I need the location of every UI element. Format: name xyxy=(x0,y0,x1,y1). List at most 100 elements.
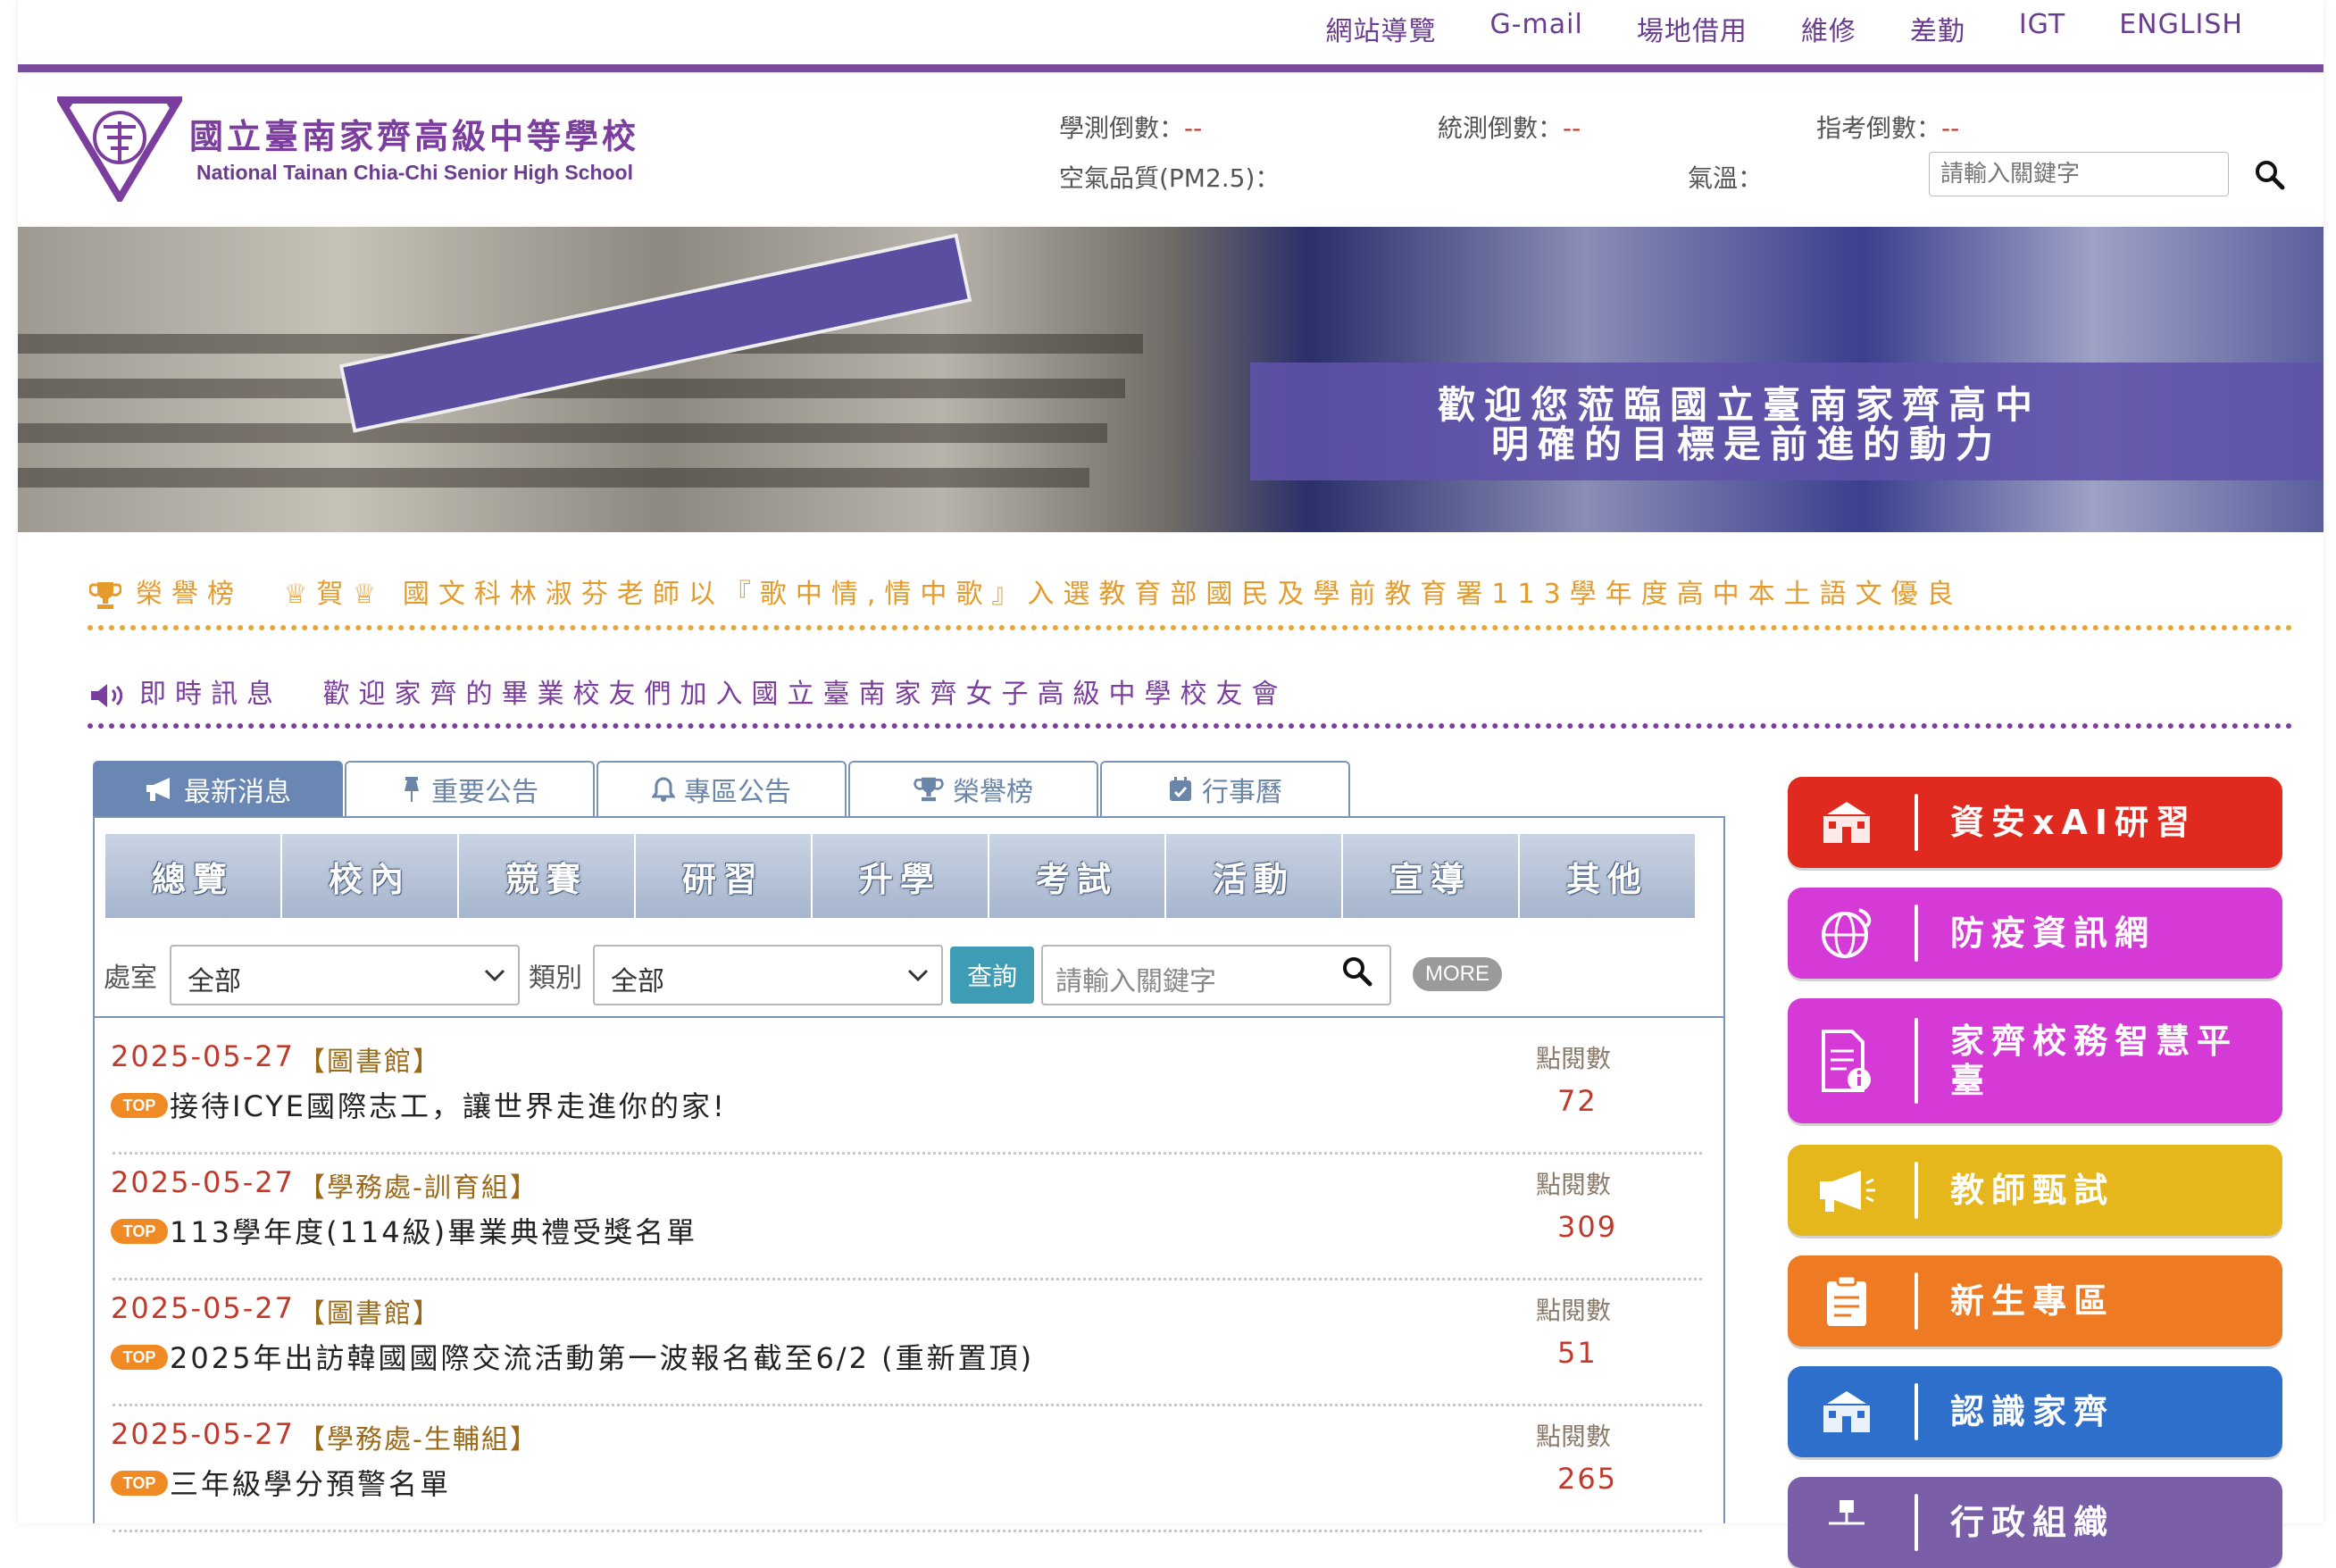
banner-caption-line2: 明確的目標是前進的動力 xyxy=(1491,422,2003,466)
office-filter-label: 處室 xyxy=(104,963,157,994)
tab-label: 最新消息 xyxy=(184,777,291,808)
honor-marquee-label: 榮譽榜 xyxy=(136,579,243,610)
chevron-down-icon xyxy=(484,969,505,982)
news-date: 2025-05-27 xyxy=(111,1039,295,1073)
top-badge: TOP xyxy=(111,1093,168,1118)
quicklink-label: 行政組織 xyxy=(1950,1503,2115,1542)
top-divider xyxy=(18,64,2323,72)
gsat-countdown-value: -- xyxy=(1184,113,1203,143)
list-item[interactable]: 2025-05-27 【圖書館】 點閱數 TOP 接待ICYE國際志工，讓世界走… xyxy=(111,1039,1709,1164)
category-activity[interactable]: 活動 xyxy=(1166,834,1341,918)
quicklink-freshmen[interactable]: 新生專區 xyxy=(1788,1255,2282,1347)
news-title-link[interactable]: 113學年度(114級)畢業典禮受獎名單 xyxy=(170,1210,697,1251)
news-marquee[interactable]: 即時訊息 歡迎家齊的畢業校友們加入國立臺南家齊女子高級中學校友會 xyxy=(89,671,2295,711)
purple-dotted-divider xyxy=(88,723,2293,729)
query-button[interactable]: 查詢 xyxy=(950,947,1034,1004)
news-dept: 【圖書館】 xyxy=(298,1047,441,1078)
nav-igt-link[interactable]: IGT xyxy=(1992,9,2092,48)
list-item[interactable]: 2025-05-27 【圖書館】 點閱數 TOP 2025年出訪韓國國際交流活動… xyxy=(111,1291,1709,1416)
category-promotion[interactable]: 宣導 xyxy=(1343,834,1518,918)
list-item[interactable]: 2025-05-27 【學務處-生輔組】 點閱數 TOP 三年級學分預警名單 2… xyxy=(111,1417,1709,1542)
news-title-link[interactable]: 接待ICYE國際志工，讓世界走進你的家! xyxy=(170,1084,727,1125)
org-chart-icon xyxy=(1829,1500,1865,1525)
category-workshop[interactable]: 研習 xyxy=(636,834,811,918)
type-select[interactable]: 全部 xyxy=(593,945,943,1005)
category-all[interactable]: 總覽 xyxy=(105,834,280,918)
tab-honor[interactable]: 榮譽榜 xyxy=(848,761,1098,816)
tab-label: 榮譽榜 xyxy=(953,777,1033,808)
megaphone-icon xyxy=(1820,1171,1875,1212)
speaker-icon xyxy=(91,683,123,707)
category-other[interactable]: 其他 xyxy=(1520,834,1695,918)
calendar-icon xyxy=(1170,777,1191,801)
search-icon[interactable] xyxy=(1341,955,1373,988)
pin-icon xyxy=(405,777,419,802)
tab-zone[interactable]: 專區公告 xyxy=(597,761,847,816)
ast-countdown-value: -- xyxy=(1941,113,1960,143)
site-search-input[interactable] xyxy=(1929,152,2229,196)
chevron-down-icon xyxy=(907,969,929,982)
ast-countdown-label: 指考倒數： xyxy=(1816,113,1942,143)
news-marquee-text: 歡迎家齊的畢業校友們加入國立臺南家齊女子高級中學校友會 xyxy=(322,679,1288,710)
office-select[interactable]: 全部 xyxy=(170,945,520,1005)
trophy-icon xyxy=(89,581,121,609)
news-clicks-label: 點閱數 xyxy=(1536,1044,1612,1073)
quicklink-teacher-recruit[interactable]: 教師甄試 xyxy=(1788,1145,2282,1236)
quicklink-admin-org[interactable]: 行政組織 xyxy=(1788,1477,2282,1568)
type-select-value: 全部 xyxy=(611,966,664,997)
document-info-icon xyxy=(1822,1030,1871,1092)
more-button[interactable]: MORE xyxy=(1413,957,1502,991)
list-item[interactable]: 2025-05-27 【學務處-訓育組】 點閱數 TOP 113學年度(114級… xyxy=(111,1165,1709,1290)
nav-repair-link[interactable]: 維修 xyxy=(1774,9,1883,48)
hero-banner: 歡迎您蒞臨國立臺南家齊高中 明確的目標是前進的動力 xyxy=(18,227,2323,532)
quicklink-label: 資安xAI研習 xyxy=(1950,803,2198,842)
news-clicks-count: 265 xyxy=(1557,1462,1618,1496)
tab-important[interactable]: 重要公告 xyxy=(345,761,595,816)
school-name-en: National Tainan Chia-Chi Senior High Sch… xyxy=(196,161,633,184)
quicklink-epidemic[interactable]: 防疫資訊網 xyxy=(1788,888,2282,979)
news-clicks-label: 點閱數 xyxy=(1536,1296,1612,1325)
tab-latest-news[interactable]: 最新消息 xyxy=(93,761,343,816)
gsat-countdown: 學測倒數：-- xyxy=(1059,109,1202,145)
news-separator xyxy=(113,1404,1702,1406)
school-logo[interactable] xyxy=(57,96,182,202)
honor-marquee[interactable]: 榮譽榜 ♕賀♕ 國文科林淑芬老師以『歌中情,情中歌』入選教育部國民及學前教育署1… xyxy=(89,571,2295,611)
tab-calendar[interactable]: 行事曆 xyxy=(1100,761,1350,816)
tvee-countdown-label: 統測倒數： xyxy=(1438,113,1564,143)
tab-label: 專區公告 xyxy=(684,777,791,808)
keyword-search-input[interactable]: 請輸入關鍵字 xyxy=(1041,945,1391,1005)
nav-english-link[interactable]: ENGLISH xyxy=(2092,9,2270,48)
news-clicks-count: 51 xyxy=(1557,1336,1598,1370)
news-date: 2025-05-27 xyxy=(111,1291,295,1325)
office-select-value: 全部 xyxy=(188,966,241,997)
news-dept: 【學務處-生輔組】 xyxy=(298,1424,538,1455)
gsat-countdown-label: 學測倒數： xyxy=(1059,113,1185,143)
category-campus[interactable]: 校內 xyxy=(282,834,457,918)
news-date: 2025-05-27 xyxy=(111,1417,295,1451)
quicklink-label: 新生專區 xyxy=(1950,1281,2115,1321)
search-icon[interactable] xyxy=(2254,159,2286,191)
category-exam[interactable]: 考試 xyxy=(989,834,1164,918)
quicklink-infosec-ai[interactable]: 資安xAI研習 xyxy=(1788,777,2282,868)
news-clicks-count: 72 xyxy=(1557,1084,1598,1118)
nav-sitemap-link[interactable]: 網站導覽 xyxy=(1298,9,1463,48)
orange-dotted-divider xyxy=(88,625,2293,630)
top-badge: TOP xyxy=(111,1219,168,1244)
news-date: 2025-05-27 xyxy=(111,1165,295,1199)
tvee-countdown: 統測倒數：-- xyxy=(1438,109,1581,145)
news-title-link[interactable]: 三年級學分預警名單 xyxy=(170,1462,451,1503)
nav-gmail-link[interactable]: G-mail xyxy=(1463,9,1609,48)
tab-label: 行事曆 xyxy=(1202,777,1282,808)
school-building-icon xyxy=(1823,1391,1870,1432)
temperature-label: 氣溫： xyxy=(1688,163,1764,193)
quicklink-about[interactable]: 認識家齊 xyxy=(1788,1366,2282,1457)
quicklink-smart-platform[interactable]: 家齊校務智慧平臺 xyxy=(1788,998,2282,1123)
category-competition[interactable]: 競賽 xyxy=(459,834,634,918)
category-admission[interactable]: 升學 xyxy=(813,834,988,918)
nav-attendance-link[interactable]: 差勤 xyxy=(1883,9,1992,48)
news-separator xyxy=(113,1530,1702,1532)
tvee-countdown-value: -- xyxy=(1563,113,1581,143)
nav-venue-link[interactable]: 場地借用 xyxy=(1610,9,1774,48)
top-badge: TOP xyxy=(111,1471,168,1496)
news-title-link[interactable]: 2025年出訪韓國國際交流活動第一波報名截至6/2 (重新置頂) xyxy=(170,1336,1034,1377)
